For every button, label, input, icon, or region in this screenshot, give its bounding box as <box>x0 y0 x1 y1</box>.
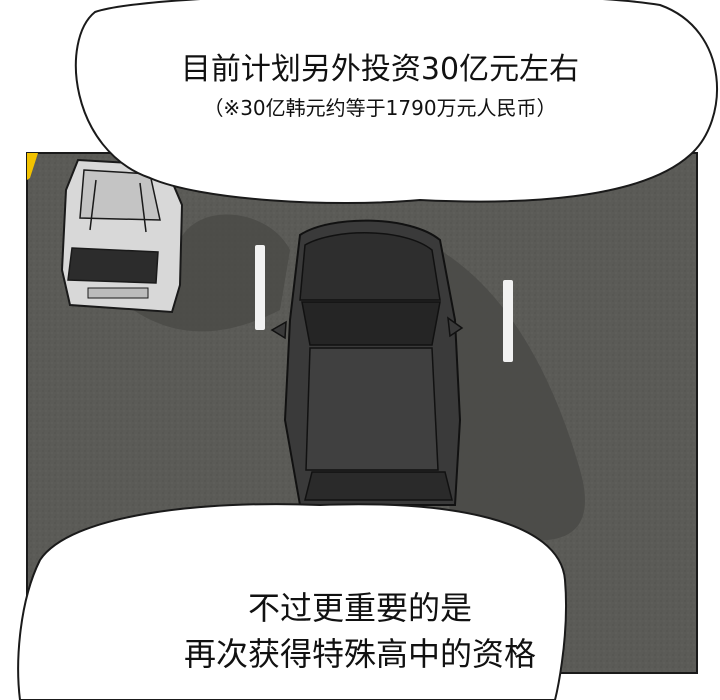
top-bubble-line-1: 目前计划另外投资30亿元左右 <box>180 52 580 87</box>
lane-marking-right <box>503 280 513 362</box>
top-bubble-line-2: （※30亿韩元约等于1790万元人民币） <box>203 96 557 120</box>
bottom-bubble-line-1: 不过更重要的是 <box>247 589 472 627</box>
black-sedan <box>270 219 464 506</box>
bottom-bubble-line-2: 再次获得特殊高中的资格 <box>183 635 536 673</box>
lane-marking-left <box>255 245 265 330</box>
bottom-bubble-text: 不过更重要的是 再次获得特殊高中的资格 <box>60 585 660 677</box>
